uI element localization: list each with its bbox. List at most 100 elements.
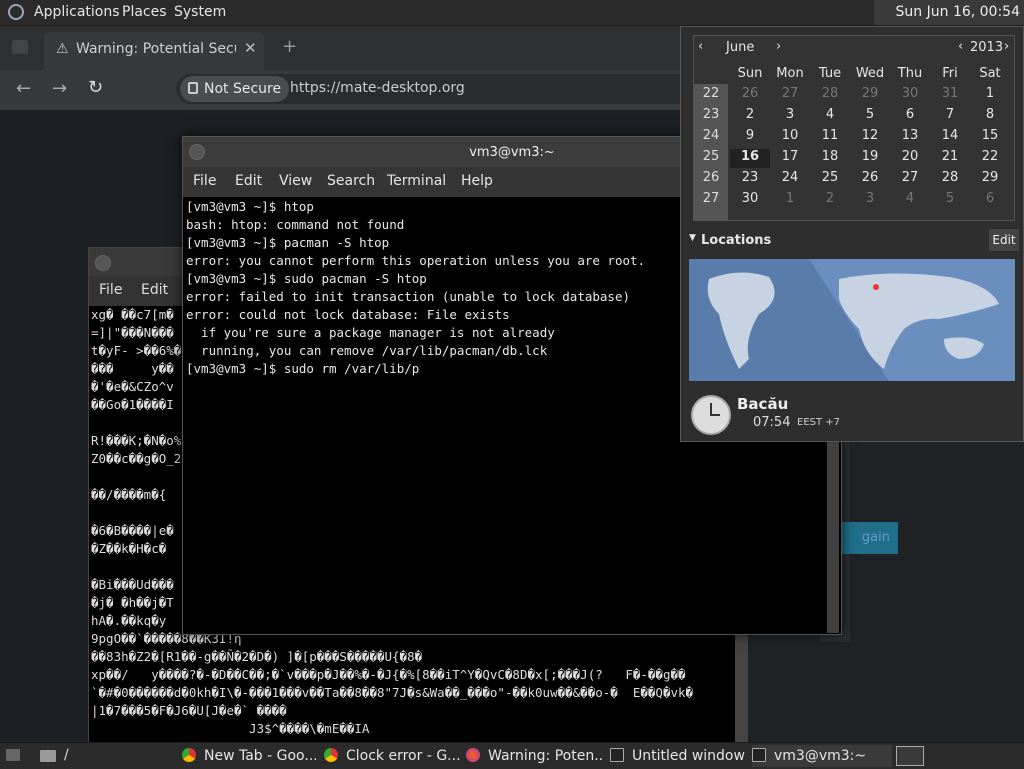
task-terminal[interactable]: vm3@vm3:~ xyxy=(752,745,892,767)
prev-year-icon[interactable]: ‹ xyxy=(958,39,963,54)
calendar-day[interactable]: 5 xyxy=(850,107,890,126)
menu-view[interactable]: View xyxy=(279,173,312,189)
calendar-day[interactable]: 28 xyxy=(930,170,970,189)
weekday-header: Mon xyxy=(776,66,804,81)
prev-month-icon[interactable]: ‹ xyxy=(698,39,703,54)
task-firefox-warning[interactable]: Warning: Poten... xyxy=(466,745,604,767)
chrome-icon xyxy=(182,748,196,762)
week-number: 25 xyxy=(702,149,720,164)
calendar-day[interactable]: 3 xyxy=(850,191,890,210)
calendar-day[interactable]: 6 xyxy=(970,191,1010,210)
calendar-day[interactable]: 23 xyxy=(730,170,770,189)
chrome-icon xyxy=(324,748,338,762)
back-icon[interactable]: ← xyxy=(16,78,31,99)
places-menu[interactable]: Places xyxy=(122,4,167,20)
folder-path[interactable]: / xyxy=(64,747,69,763)
calendar-day[interactable]: 27 xyxy=(770,86,810,105)
calendar-day[interactable]: 19 xyxy=(850,149,890,168)
expander-icon[interactable]: ▼ xyxy=(689,233,696,243)
browser-tabbar: ⚠ Warning: Potential Security ✕ + xyxy=(0,26,680,70)
calendar-day[interactable]: 21 xyxy=(930,149,970,168)
calendar-day[interactable]: 2 xyxy=(810,191,850,210)
calendar-day[interactable]: 30 xyxy=(890,86,930,105)
calendar-day[interactable]: 18 xyxy=(810,149,850,168)
calendar-day[interactable]: 26 xyxy=(850,170,890,189)
calendar-day[interactable]: 31 xyxy=(930,86,970,105)
terminal-back-line: |1�7���5�F�J6�U[J�e�` ���� xyxy=(91,703,287,718)
show-desktop-icon[interactable] xyxy=(6,749,20,761)
calendar-day[interactable]: 6 xyxy=(890,107,930,126)
calendar-day[interactable]: 24 xyxy=(770,170,810,189)
not-secure-badge[interactable]: Not Secure xyxy=(180,76,290,102)
calendar-day[interactable]: 29 xyxy=(970,170,1010,189)
menu-edit[interactable]: Edit xyxy=(141,282,168,298)
year-label: 2013 xyxy=(970,40,1004,55)
browser-tab[interactable]: ⚠ Warning: Potential Security ✕ xyxy=(44,32,264,70)
week-number: 24 xyxy=(702,128,720,143)
locations-header[interactable]: ▼ Locations Edit xyxy=(689,229,1019,253)
calendar-day[interactable]: 28 xyxy=(810,86,850,105)
reload-icon[interactable]: ↻ xyxy=(88,77,103,98)
world-map xyxy=(689,259,1015,381)
calendar-day[interactable]: 11 xyxy=(810,128,850,147)
menu-file[interactable]: File xyxy=(193,173,216,189)
menu-file[interactable]: File xyxy=(99,282,122,298)
calendar-day[interactable]: 2 xyxy=(730,107,770,126)
system-menu[interactable]: System xyxy=(174,4,226,20)
new-tab-icon[interactable]: + xyxy=(282,36,297,57)
calendar-day[interactable]: 10 xyxy=(770,128,810,147)
calendar-day[interactable]: 17 xyxy=(770,149,810,168)
url-bar[interactable]: Not Secure https://mate-desktop.org xyxy=(176,74,680,104)
calendar-popup: ‹ June › ‹ 2013 › Sun Mon Tue Wed Thu Fri Sat 2… xyxy=(680,26,1024,442)
window-menu-icon[interactable] xyxy=(95,255,111,271)
next-year-icon[interactable]: › xyxy=(1004,39,1009,54)
calendar-day[interactable]: 1 xyxy=(970,86,1010,105)
menu-help[interactable]: Help xyxy=(461,173,493,189)
workspace-switcher-icon[interactable] xyxy=(896,746,924,766)
calendar-day[interactable]: 13 xyxy=(890,128,930,147)
terminal-back-line: ��83h�Z2�[R1��-g��Ñ�2�D�) ]�[p���S�����U… xyxy=(91,649,423,664)
task-clock-error[interactable]: Clock error - G... xyxy=(324,745,462,767)
calendar-day[interactable]: 7 xyxy=(930,107,970,126)
location-marker xyxy=(873,284,879,290)
calendar-day[interactable]: 9 xyxy=(730,128,770,147)
task-untitled-window[interactable]: Untitled window xyxy=(610,745,746,767)
calendar-nav: ‹ June › ‹ 2013 › xyxy=(694,36,1014,58)
calendar-day[interactable]: 3 xyxy=(770,107,810,126)
calendar-day[interactable]: 14 xyxy=(930,128,970,147)
mate-logo-icon[interactable] xyxy=(8,4,24,20)
calendar-day[interactable]: 8 xyxy=(970,107,1010,126)
close-tab-icon[interactable]: ✕ xyxy=(244,39,257,57)
tab-title: Warning: Potential Security xyxy=(76,41,236,57)
calendar-day[interactable]: 15 xyxy=(970,128,1010,147)
folder-icon[interactable] xyxy=(40,750,56,762)
calendar-day[interactable]: 30 xyxy=(730,191,770,210)
edit-locations-button[interactable]: Edit xyxy=(989,229,1019,251)
applications-menu[interactable]: Applications xyxy=(34,4,120,20)
calendar-day[interactable]: 12 xyxy=(850,128,890,147)
bottom-panel: / New Tab - Goo... Clock error - G... Wa… xyxy=(0,742,1024,769)
calendar-day[interactable]: 29 xyxy=(850,86,890,105)
calendar-day[interactable]: 5 xyxy=(930,191,970,210)
menu-search[interactable]: Search xyxy=(327,173,375,189)
calendar-day[interactable]: 26 xyxy=(730,86,770,105)
calendar-day[interactable]: 1 xyxy=(770,191,810,210)
calendar-day[interactable]: 20 xyxy=(890,149,930,168)
forward-icon[interactable]: → xyxy=(52,78,67,99)
calendar-day[interactable]: 25 xyxy=(810,170,850,189)
calendar-day[interactable]: 27 xyxy=(890,170,930,189)
clock-applet[interactable]: Sun Jun 16, 00:54 xyxy=(874,0,1024,25)
menu-edit[interactable]: Edit xyxy=(235,173,262,189)
calendar-day[interactable]: 4 xyxy=(890,191,930,210)
menu-terminal[interactable]: Terminal xyxy=(387,173,446,189)
weekday-header: Sun xyxy=(737,66,763,81)
location-row[interactable]: Bacău 07:54 EEST +7 xyxy=(689,391,1017,437)
task-new-tab[interactable]: New Tab - Goo... xyxy=(182,745,316,767)
city-time: 07:54 xyxy=(753,415,791,430)
calendar-day[interactable]: 22 xyxy=(970,149,1010,168)
calendar-day[interactable]: 4 xyxy=(810,107,850,126)
top-panel: Applications Places System Sun Jun 16, 0… xyxy=(0,0,1024,26)
next-month-icon[interactable]: › xyxy=(776,39,781,54)
window-menu-icon[interactable] xyxy=(189,144,205,160)
calendar-day[interactable]: 16 xyxy=(730,149,770,168)
